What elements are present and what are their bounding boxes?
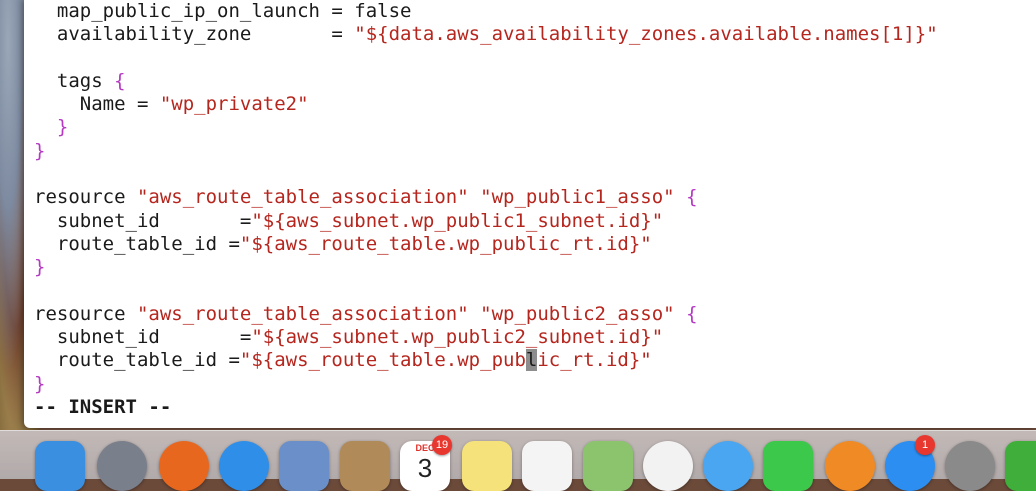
facetime-icon[interactable] bbox=[763, 441, 813, 491]
ibooks-icon[interactable] bbox=[825, 441, 875, 491]
dock: DEC 3 19 1 bbox=[0, 430, 1036, 491]
mail-icon[interactable] bbox=[279, 441, 329, 491]
photos-icon[interactable] bbox=[643, 441, 693, 491]
code-token: subnet_id = bbox=[34, 209, 252, 232]
code-token: { bbox=[686, 186, 698, 209]
code-line[interactable]: } bbox=[34, 373, 938, 396]
calendar-day-label: 3 bbox=[417, 453, 433, 483]
code-token: "wp_private2" bbox=[159, 93, 309, 116]
code-line[interactable]: map_public_ip_on_launch = false bbox=[34, 0, 938, 23]
code-token: "aws_route_table_association" bbox=[136, 302, 469, 325]
vim-mode-indicator: -- INSERT -- bbox=[34, 396, 172, 419]
code-token: "wp_public2_asso" bbox=[480, 302, 675, 325]
frog-app-icon[interactable] bbox=[1005, 441, 1036, 491]
code-token: "aws_route_table_association" bbox=[136, 186, 469, 209]
terminal-window[interactable]: map_public_ip_on_launch = false availabi… bbox=[24, 0, 1036, 428]
code-line[interactable]: subnet_id ="${aws_subnet.wp_public2_subn… bbox=[34, 326, 938, 349]
code-token: route_table_id = bbox=[34, 232, 240, 255]
code-line[interactable]: } bbox=[34, 116, 938, 139]
code-token: } bbox=[56, 116, 69, 139]
system-preferences-icon[interactable] bbox=[945, 441, 995, 491]
launchpad-icon[interactable] bbox=[97, 441, 147, 491]
code-token: { bbox=[114, 69, 126, 92]
code-token: "${aws_subnet.wp_public1_subnet.id}" bbox=[251, 209, 664, 232]
code-token: "${aws_route_table.wp_public_rt.id}" bbox=[239, 232, 652, 255]
code-line[interactable]: route_table_id ="${aws_route_table.wp_pu… bbox=[34, 233, 938, 256]
text-cursor: l bbox=[525, 349, 538, 372]
code-token: "${aws_subnet.wp_public2_subnet.id}" bbox=[251, 326, 664, 349]
code-line[interactable]: subnet_id ="${aws_subnet.wp_public1_subn… bbox=[34, 210, 938, 233]
code-token: Name = bbox=[34, 93, 160, 116]
maps-icon[interactable] bbox=[583, 441, 633, 491]
messages-icon[interactable] bbox=[703, 441, 753, 491]
contacts-icon[interactable] bbox=[340, 441, 390, 491]
code-token: { bbox=[686, 302, 698, 325]
code-token: route_table_id = bbox=[34, 349, 240, 372]
code-line[interactable]: tags { bbox=[34, 70, 938, 93]
code-line[interactable]: } bbox=[34, 140, 938, 163]
code-token: } bbox=[34, 139, 46, 162]
notes-icon[interactable] bbox=[462, 441, 512, 491]
vim-editor-buffer[interactable]: map_public_ip_on_launch = false availabi… bbox=[34, 0, 938, 419]
code-line[interactable] bbox=[34, 47, 938, 70]
safari-icon[interactable] bbox=[219, 441, 269, 491]
code-line[interactable]: } bbox=[34, 256, 938, 279]
code-line[interactable]: availability_zone = "${data.aws_availabi… bbox=[34, 23, 938, 46]
code-token: map_public_ip_on_launch = false bbox=[34, 0, 412, 22]
finder-icon[interactable] bbox=[35, 441, 85, 491]
code-token: } bbox=[34, 256, 46, 279]
code-line[interactable]: resource "aws_route_table_association" "… bbox=[34, 186, 938, 209]
code-line[interactable] bbox=[34, 280, 938, 303]
code-token: resource bbox=[34, 186, 137, 209]
code-line[interactable]: route_table_id ="${aws_route_table.wp_pu… bbox=[34, 349, 938, 372]
code-line[interactable]: Name = "wp_private2" bbox=[34, 93, 938, 116]
reminders-icon[interactable] bbox=[522, 441, 572, 491]
code-token: } bbox=[34, 372, 46, 395]
code-token: availability_zone = bbox=[34, 23, 355, 46]
calendar-badge: 19 bbox=[432, 435, 452, 455]
app-store-badge: 1 bbox=[915, 435, 935, 455]
code-line[interactable] bbox=[34, 163, 938, 186]
firefox-icon[interactable] bbox=[159, 441, 209, 491]
code-token: ic_rt.id}" bbox=[537, 349, 652, 372]
code-token: "wp_public1_asso" bbox=[480, 186, 675, 209]
code-token: "${aws_route_table.wp_pub bbox=[239, 349, 526, 372]
code-token: tags bbox=[34, 69, 115, 92]
code-token: resource bbox=[34, 302, 137, 325]
code-line[interactable]: resource "aws_route_table_association" "… bbox=[34, 303, 938, 326]
code-token: "${data.aws_availability_zones.available… bbox=[354, 23, 938, 46]
code-token: subnet_id = bbox=[34, 326, 252, 349]
